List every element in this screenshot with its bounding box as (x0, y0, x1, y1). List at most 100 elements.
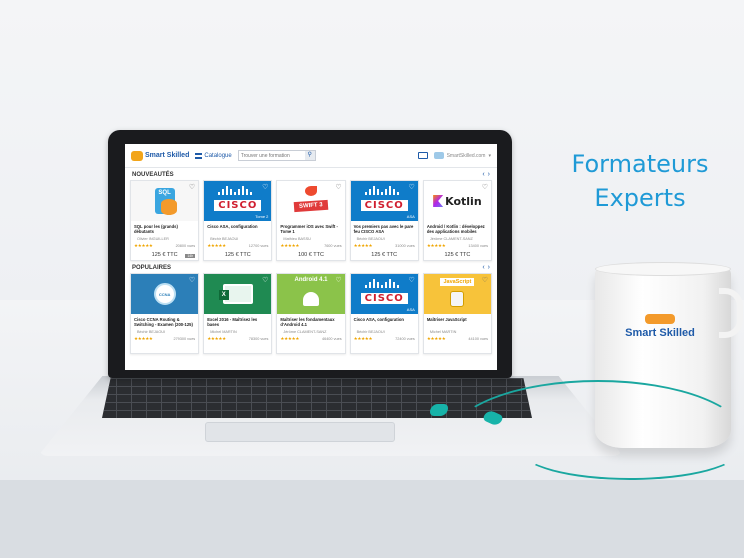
carousel-arrows: ‹ › (482, 171, 490, 178)
course-author: Olivier INGUILLER (137, 237, 169, 241)
catalog-menu[interactable]: Catalogue (195, 152, 232, 159)
heart-icon[interactable]: ♡ (262, 183, 268, 191)
course-card[interactable]: X ♡ Excel 2016 - Maîtrisez les bases Mic… (203, 273, 273, 354)
course-thumbnail: SWIFT 3 ♡ (277, 181, 345, 221)
section-title: POPULAIRES (132, 264, 172, 271)
database-icon (161, 199, 177, 215)
course-card[interactable]: CISCO ASA ♡ Vos premiers pas avec le par… (349, 180, 419, 261)
heart-icon[interactable]: ♡ (189, 183, 195, 191)
course-title: Maîtriser les fondamentaux d'Android 4.1 (280, 317, 335, 327)
swift-logo-icon (305, 186, 317, 196)
course-row-populaires: CCNA ♡ Cisco CCNA Routing & Switching - … (125, 273, 497, 354)
next-arrow-icon[interactable]: › (488, 171, 490, 178)
laptop-trackpad (205, 422, 395, 442)
course-thumbnail: Android 4.1 ♡ (277, 274, 345, 314)
search-input[interactable] (238, 152, 305, 159)
course-thumbnail: CISCO ASA ♡ (350, 181, 418, 221)
section-title: NOUVEAUTÉS (132, 171, 174, 178)
cisco-bars-icon (364, 279, 399, 288)
excel-logo-icon: X (218, 290, 229, 300)
course-title: Cisco ASA, configuration (207, 224, 258, 229)
heart-icon[interactable]: ♡ (409, 183, 415, 191)
rating-stars: ★★★★★ (134, 336, 153, 341)
heart-icon[interactable]: ♡ (335, 276, 341, 284)
duration-badge: 14h (185, 254, 196, 258)
app-logo[interactable]: Smart Skilled (131, 150, 190, 161)
course-title: SQL pour les (grands) débutants (134, 224, 178, 234)
course-card[interactable]: Kotlin ♡ Android / Kotlin : développez d… (422, 180, 493, 261)
course-title: Maîtriser JavaScript (426, 317, 467, 322)
user-logo-icon (433, 152, 444, 159)
course-thumbnail: Kotlin ♡ (423, 181, 492, 221)
heart-icon[interactable]: ♡ (335, 183, 341, 191)
app-top-bar: Smart Skilled Catalogue ⚲ SmartSkilled.c… (125, 144, 497, 168)
carousel-arrows: ‹ › (482, 264, 490, 271)
cisco-logo-text: CISCO (360, 199, 408, 211)
heart-icon[interactable]: ♡ (482, 276, 488, 284)
camera-icon[interactable] (417, 152, 428, 159)
course-title: Android / Kotlin : développez des applic… (426, 224, 485, 234)
course-thumbnail: CCNA ♡ (131, 274, 199, 314)
course-author: Béchir BEJAOUI (210, 237, 239, 241)
course-card[interactable]: CISCO ASA ♡ Cisco ASA, configuration Béc… (349, 273, 419, 354)
user-menu[interactable]: SmartSkilled.com ▾ (433, 152, 491, 159)
course-author: Béchir BEJAOUI (356, 237, 385, 241)
course-author: Mathieu BASSU (283, 237, 311, 241)
course-author: Michel MARTIN (210, 330, 237, 334)
course-price: 125 € TTC (371, 252, 398, 258)
course-card[interactable]: CISCO Tome 2 ♡ Cisco ASA, configuration … (203, 180, 273, 261)
heart-icon[interactable]: ♡ (482, 183, 488, 191)
glasses-logo-icon (645, 314, 675, 324)
laptop-lid: Smart Skilled Catalogue ⚲ SmartSkilled.c… (108, 130, 512, 378)
headline-line-2: Experts (594, 183, 686, 212)
kotlin-label: Kotlin (445, 194, 482, 208)
robot-icon (450, 291, 465, 307)
view-count: 46400 vues (321, 337, 342, 341)
prev-arrow-icon[interactable]: ‹ (482, 171, 484, 178)
search-icon[interactable]: ⚲ (304, 151, 315, 160)
course-author: Béchir BEJAOUI (356, 330, 385, 334)
mug-handle (719, 288, 743, 338)
asa-label: ASA (406, 214, 415, 219)
catalog-label: Catalogue (204, 152, 232, 159)
chevron-down-icon: ▾ (488, 152, 491, 159)
course-card[interactable]: CCNA ♡ Cisco CCNA Routing & Switching - … (130, 273, 200, 354)
course-card[interactable]: SWIFT 3 ♡ Programmer iOS avec Swift - To… (276, 180, 346, 261)
cisco-logo-text: CISCO (360, 292, 408, 304)
course-card[interactable]: JavaScript ♡ Maîtriser JavaScript Michel… (422, 273, 493, 354)
kotlin-logo-icon (433, 195, 444, 207)
course-card[interactable]: SQL ♡ SQL pour les (grands) débutants Ol… (130, 180, 200, 261)
grid-icon (195, 152, 203, 159)
android-robot-icon (303, 292, 319, 306)
view-count: 72400 vues (395, 337, 415, 341)
user-label: SmartSkilled.com (446, 152, 486, 159)
ccna-badge-icon: CCNA (153, 283, 176, 305)
course-thumbnail: SQL ♡ (131, 181, 199, 221)
view-count: 44100 vues (468, 337, 489, 341)
earphone-cable (520, 420, 740, 480)
course-title: Vos premiers pas avec le pare feu CISCO … (353, 224, 414, 234)
heart-icon[interactable]: ♡ (189, 276, 195, 284)
logo-text: Smart Skilled (145, 152, 190, 159)
course-author: Jérôme CLAMENT-SANZ (283, 330, 327, 334)
heart-icon[interactable]: ♡ (262, 276, 268, 284)
course-card[interactable]: Android 4.1 ♡ Maîtriser les fondamentaux… (276, 273, 346, 354)
asa-label: ASA (406, 307, 415, 312)
course-thumbnail: X ♡ (204, 274, 272, 314)
view-count: 78300 vues (248, 337, 269, 341)
cisco-bars-icon (218, 186, 253, 195)
headline: Formateurs Experts (545, 148, 735, 215)
course-price: 125 € TTC (444, 252, 471, 258)
rating-stars: ★★★★★ (353, 336, 373, 341)
prev-arrow-icon[interactable]: ‹ (482, 264, 484, 271)
course-thumbnail: CISCO Tome 2 ♡ (204, 181, 272, 221)
view-count: 7600 vues (324, 244, 342, 248)
course-price: 100 € TTC (298, 252, 324, 258)
cisco-bars-icon (364, 186, 399, 195)
course-author: Michel MARTIN (429, 330, 457, 334)
heart-icon[interactable]: ♡ (409, 276, 415, 284)
mug-rim (595, 262, 731, 276)
rating-stars: ★★★★★ (207, 336, 226, 341)
tome-label: Tome 2 (255, 214, 269, 219)
next-arrow-icon[interactable]: › (488, 264, 490, 271)
